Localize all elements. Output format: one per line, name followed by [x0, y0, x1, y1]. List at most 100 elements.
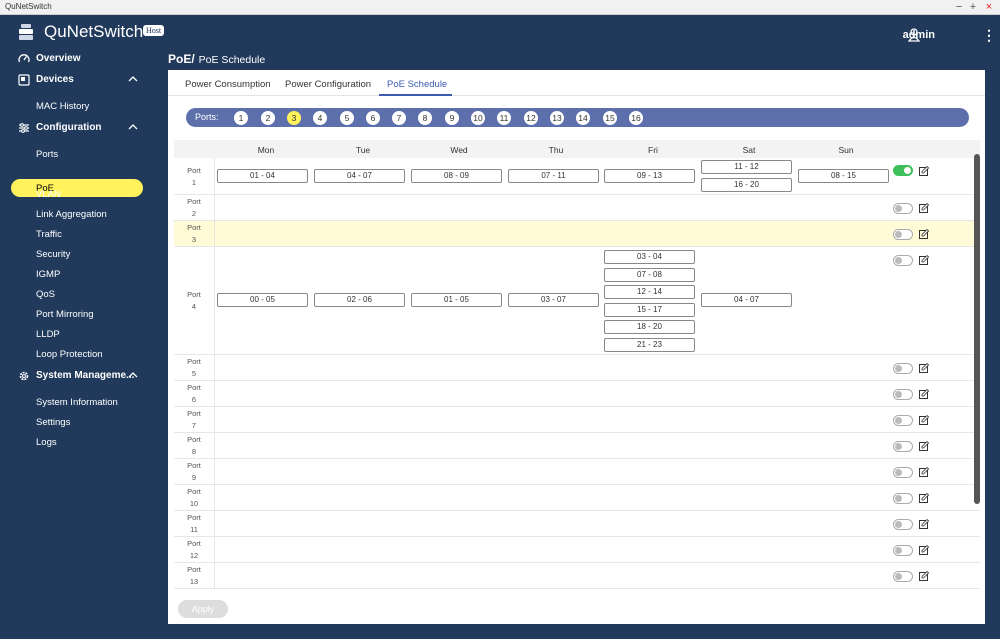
- edit-icon[interactable]: [919, 255, 929, 265]
- schedule-slot[interactable]: 01 - 04: [217, 169, 308, 183]
- port-enable-toggle[interactable]: [893, 441, 913, 452]
- row-divider: [214, 195, 215, 221]
- port-enable-toggle[interactable]: [893, 519, 913, 530]
- row-label-number: 7: [191, 421, 197, 430]
- edit-icon[interactable]: [919, 203, 929, 213]
- chevron-up-icon[interactable]: [128, 122, 138, 132]
- port-enable-toggle[interactable]: [893, 545, 913, 556]
- sidebar-item-configuration[interactable]: Configuration: [36, 122, 102, 133]
- maximize-button[interactable]: +: [966, 0, 980, 15]
- sidebar-item-link-aggregation[interactable]: Link Aggregation: [36, 209, 107, 220]
- schedule-slot[interactable]: 15 - 17: [604, 303, 695, 317]
- schedule-slot[interactable]: 11 - 12: [701, 160, 792, 174]
- schedule-slot[interactable]: 00 - 05: [217, 293, 308, 307]
- row-label: Port 13: [174, 564, 214, 588]
- sidebar-item-system-information[interactable]: System Information: [36, 397, 118, 408]
- sidebar-item-traffic[interactable]: Traffic: [36, 229, 62, 240]
- port-button-8[interactable]: 8: [418, 111, 432, 125]
- sidebar-item-ports[interactable]: Ports: [36, 149, 58, 160]
- sidebar-item-vlan[interactable]: VLAN: [36, 189, 61, 200]
- edit-icon[interactable]: [919, 571, 929, 581]
- sidebar-item-settings[interactable]: Settings: [36, 417, 70, 428]
- edit-icon[interactable]: [919, 229, 929, 239]
- port-enable-toggle[interactable]: [893, 203, 913, 214]
- port-button-2[interactable]: 2: [261, 111, 275, 125]
- port-enable-toggle[interactable]: [893, 363, 913, 374]
- port-button-3-selected[interactable]: 3: [287, 111, 301, 125]
- sidebar-item-mac-history[interactable]: MAC History: [36, 101, 89, 112]
- port-enable-toggle[interactable]: [893, 415, 913, 426]
- edit-icon[interactable]: [919, 363, 929, 373]
- port-button-13[interactable]: 13: [550, 111, 564, 125]
- port-enable-toggle[interactable]: [893, 389, 913, 400]
- vertical-scrollbar[interactable]: [974, 154, 980, 504]
- schedule-slot[interactable]: 04 - 07: [701, 293, 792, 307]
- sidebar-item-poe-selected[interactable]: [11, 179, 143, 197]
- edit-icon[interactable]: [919, 519, 929, 529]
- sidebar-item-system-management[interactable]: System Manageme...: [36, 370, 134, 381]
- edit-icon[interactable]: [919, 389, 929, 399]
- apply-button[interactable]: Apply: [178, 600, 228, 618]
- port-button-9[interactable]: 9: [445, 111, 459, 125]
- schedule-slot[interactable]: 04 - 07: [314, 169, 405, 183]
- chevron-up-icon[interactable]: [128, 74, 138, 84]
- port-button-1[interactable]: 1: [234, 111, 248, 125]
- edit-icon[interactable]: [919, 166, 929, 176]
- port-button-5[interactable]: 5: [340, 111, 354, 125]
- schedule-slot[interactable]: 18 - 20: [604, 320, 695, 334]
- sidebar-item-overview[interactable]: Overview: [36, 53, 80, 64]
- schedule-slot[interactable]: 02 - 06: [314, 293, 405, 307]
- port-enable-toggle[interactable]: [893, 571, 913, 582]
- port-button-4[interactable]: 4: [313, 111, 327, 125]
- sidebar-item-logs[interactable]: Logs: [36, 437, 57, 448]
- schedule-slot[interactable]: 21 - 23: [604, 338, 695, 352]
- port-button-15[interactable]: 15: [603, 111, 617, 125]
- tab-poe-schedule[interactable]: PoE Schedule: [387, 79, 447, 90]
- edit-icon[interactable]: [919, 441, 929, 451]
- port-button-7[interactable]: 7: [392, 111, 406, 125]
- port-button-6[interactable]: 6: [366, 111, 380, 125]
- port-enable-toggle[interactable]: [893, 493, 913, 504]
- sidebar-item-devices[interactable]: Devices: [36, 74, 74, 85]
- sidebar-item-security[interactable]: Security: [36, 249, 70, 260]
- port-button-10[interactable]: 10: [471, 111, 485, 125]
- sidebar-item-loop-protection[interactable]: Loop Protection: [36, 349, 103, 360]
- breadcrumb-root[interactable]: PoE/: [168, 52, 195, 66]
- port-button-12[interactable]: 12: [524, 111, 538, 125]
- edit-icon[interactable]: [919, 467, 929, 477]
- schedule-row-port-12: Port 12: [174, 537, 980, 563]
- port-button-16[interactable]: 16: [629, 111, 643, 125]
- sidebar-item-igmp[interactable]: IGMP: [36, 269, 60, 280]
- minimize-button[interactable]: −: [952, 0, 966, 15]
- sidebar-item-lldp[interactable]: LLDP: [36, 329, 60, 340]
- schedule-slot[interactable]: 01 - 05: [411, 293, 502, 307]
- tab-power-configuration[interactable]: Power Configuration: [285, 79, 371, 90]
- schedule-slot[interactable]: 08 - 09: [411, 169, 502, 183]
- schedule-slot[interactable]: 12 - 14: [604, 285, 695, 299]
- schedule-slot[interactable]: 09 - 13: [604, 169, 695, 183]
- schedule-slot[interactable]: 07 - 11: [508, 169, 599, 183]
- user-name[interactable]: admin: [903, 29, 935, 41]
- more-options-icon[interactable]: ⋮: [982, 28, 996, 42]
- schedule-slot[interactable]: 07 - 08: [604, 268, 695, 282]
- tab-power-consumption[interactable]: Power Consumption: [185, 79, 271, 90]
- port-enable-toggle[interactable]: [893, 229, 913, 240]
- port-enable-toggle[interactable]: [893, 467, 913, 478]
- sidebar-item-port-mirroring[interactable]: Port Mirroring: [36, 309, 94, 320]
- day-header-thu: Thu: [548, 145, 564, 155]
- edit-icon[interactable]: [919, 545, 929, 555]
- main-panel: Power Consumption Power Configuration Po…: [168, 70, 985, 624]
- schedule-slot[interactable]: 16 - 20: [701, 178, 792, 192]
- schedule-slot[interactable]: 08 - 15: [798, 169, 889, 183]
- edit-icon[interactable]: [919, 493, 929, 503]
- chevron-up-icon[interactable]: [128, 370, 138, 380]
- port-enable-toggle[interactable]: [893, 165, 913, 176]
- port-button-14[interactable]: 14: [576, 111, 590, 125]
- port-button-11[interactable]: 11: [497, 111, 511, 125]
- schedule-slot[interactable]: 03 - 07: [508, 293, 599, 307]
- edit-icon[interactable]: [919, 415, 929, 425]
- port-enable-toggle[interactable]: [893, 255, 913, 266]
- close-button[interactable]: ×: [982, 0, 996, 15]
- sidebar-item-qos[interactable]: QoS: [36, 289, 55, 300]
- schedule-slot[interactable]: 03 - 04: [604, 250, 695, 264]
